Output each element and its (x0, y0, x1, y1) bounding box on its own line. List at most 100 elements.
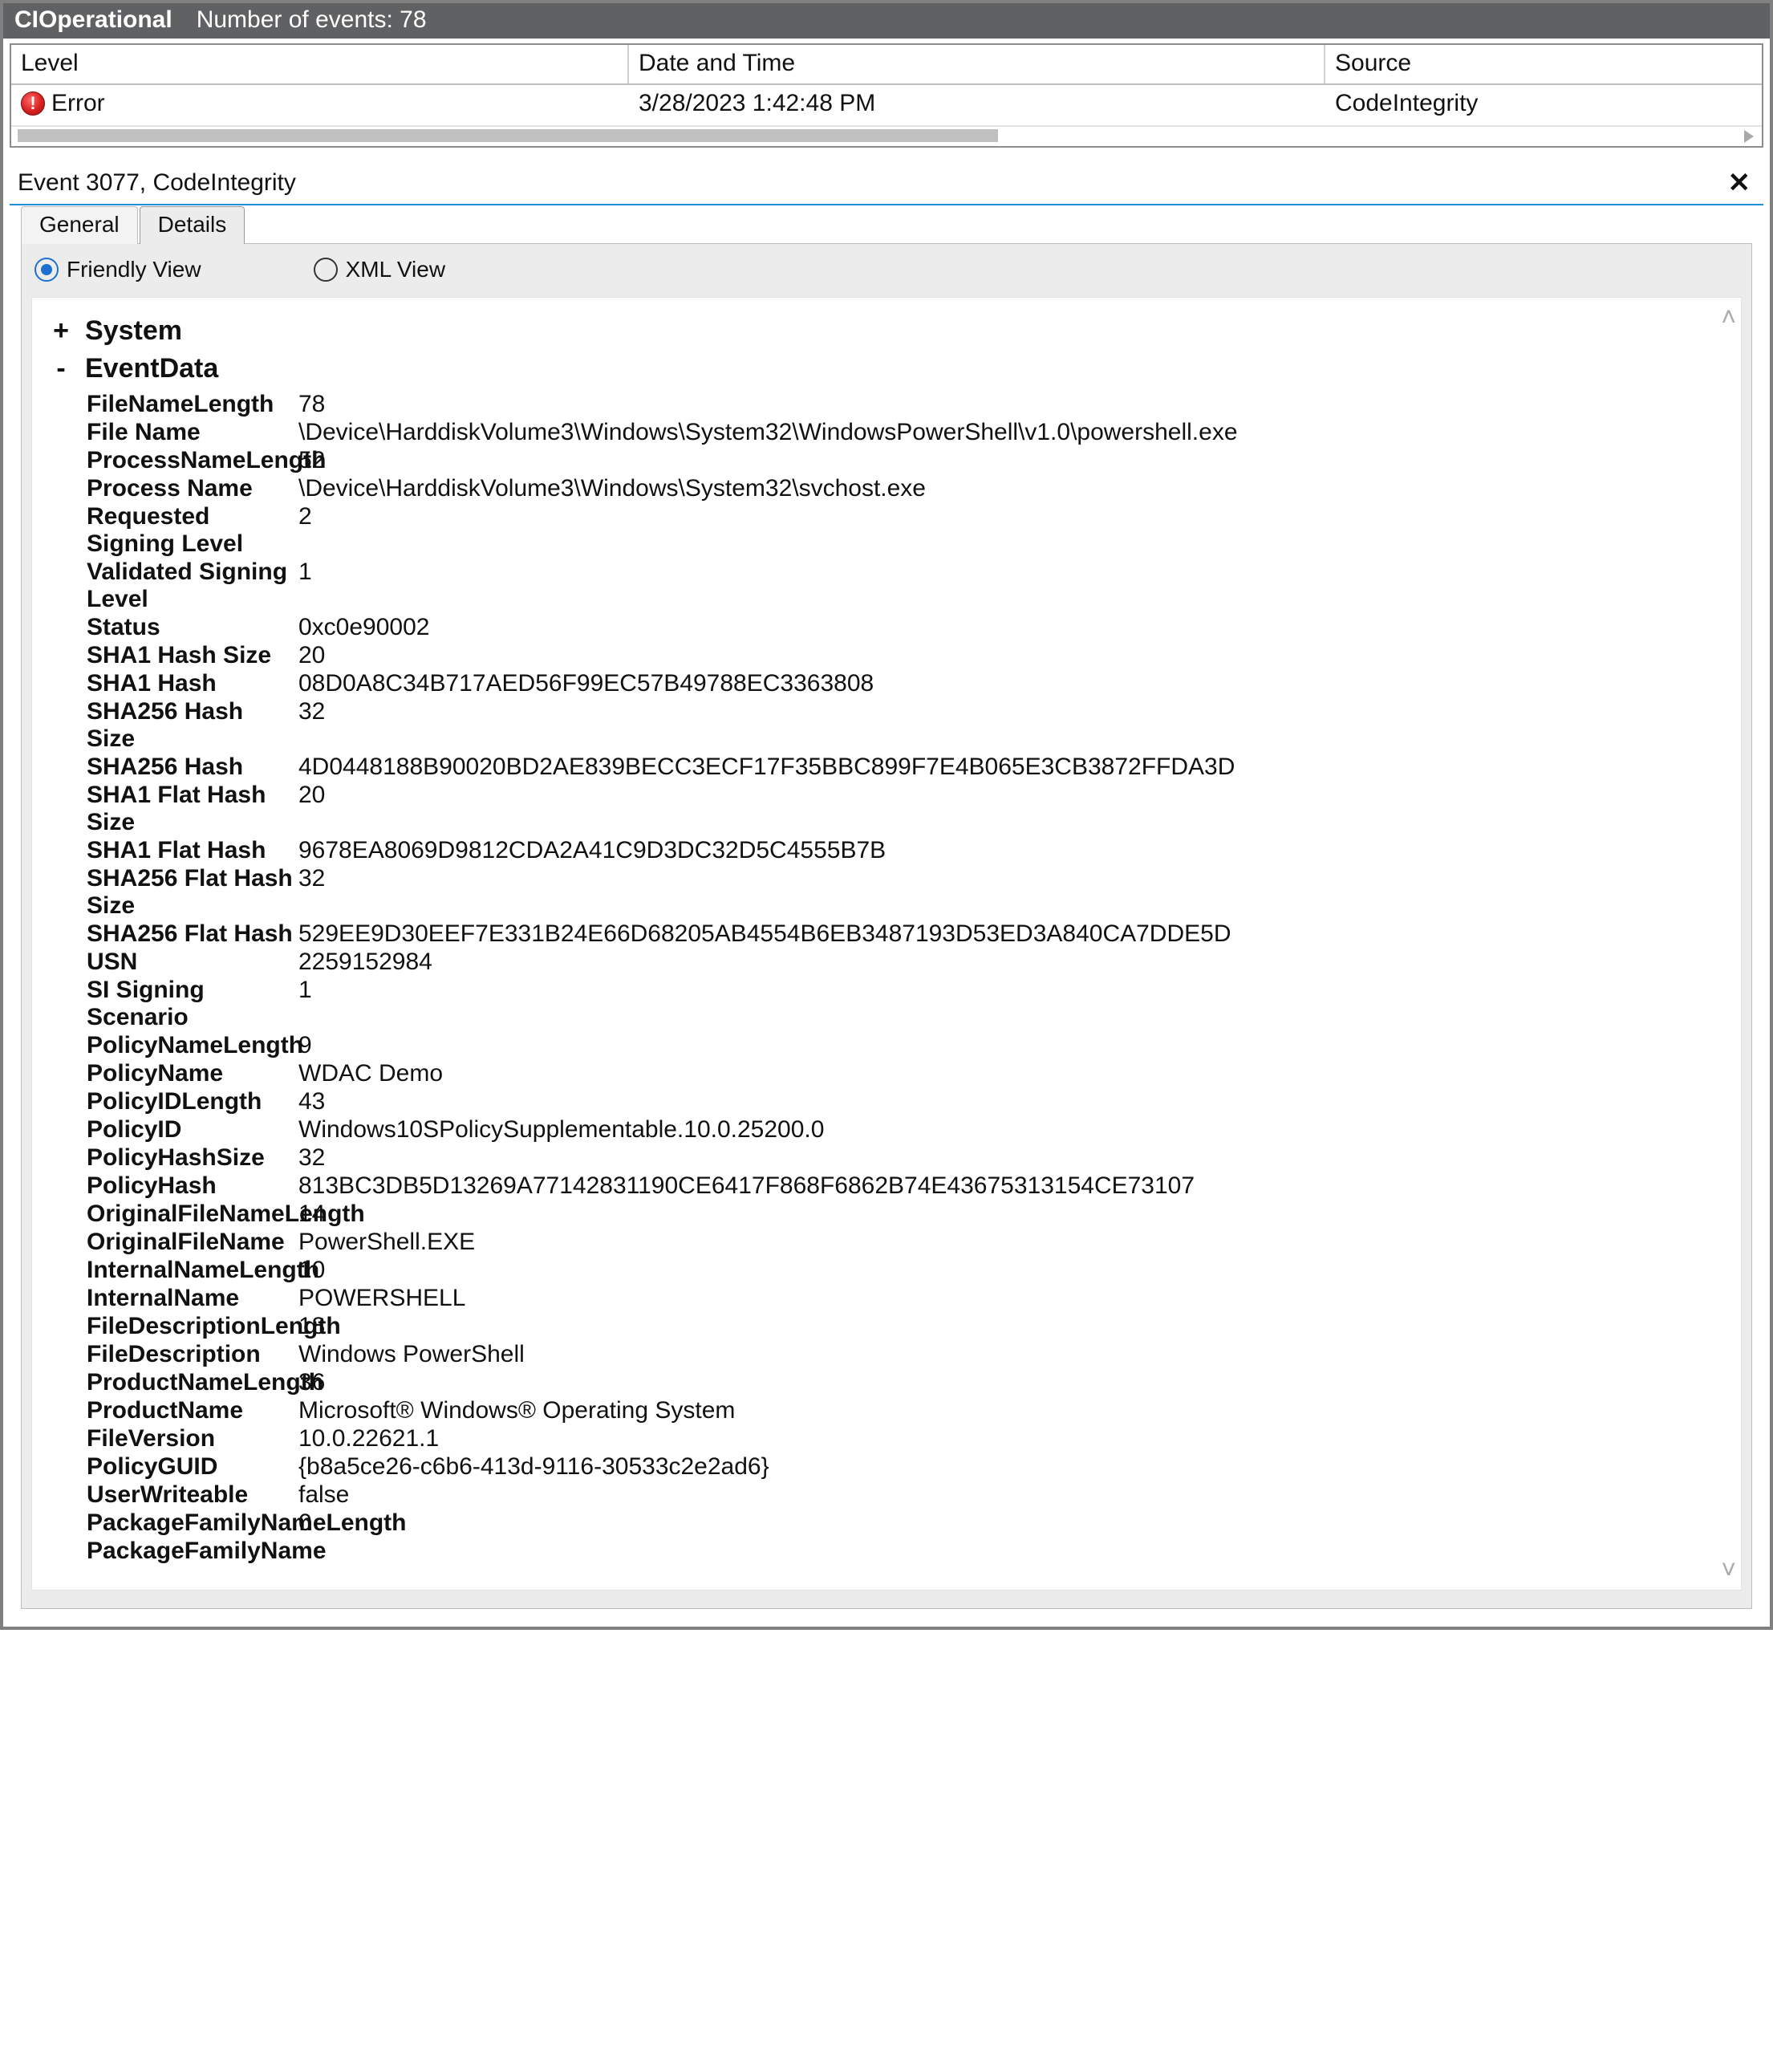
event-field: ProcessNameLength52 (87, 447, 1734, 474)
field-value: 36 (298, 1369, 1734, 1396)
error-icon (21, 91, 45, 116)
field-name: InternalNameLength (87, 1257, 297, 1284)
event-field: SHA256 Hash Size32 (87, 698, 1734, 753)
field-value: Windows PowerShell (298, 1341, 1734, 1368)
field-value: WDAC Demo (298, 1060, 1734, 1087)
column-header-source[interactable]: Source (1325, 45, 1762, 83)
field-name: ProductNameLength (87, 1369, 297, 1396)
field-value: false (298, 1481, 1734, 1509)
field-name: FileNameLength (87, 391, 297, 418)
field-value: 1 (298, 977, 1734, 1004)
horizontal-scrollbar[interactable] (11, 125, 1762, 146)
field-name: Process Name (87, 475, 297, 502)
field-value: \Device\HarddiskVolume3\Windows\System32… (298, 419, 1734, 446)
radio-dot-icon (34, 258, 59, 282)
details-panel: Friendly View XML View ˄ + System - Even… (21, 243, 1752, 1609)
column-header-date[interactable]: Date and Time (629, 45, 1325, 83)
event-grid: Level Date and Time Source Error 3/28/20… (10, 43, 1763, 148)
level-text: Error (51, 90, 105, 117)
table-row[interactable]: Error 3/28/2023 1:42:48 PM CodeIntegrity (11, 85, 1762, 124)
event-field: PolicyIDLength43 (87, 1088, 1734, 1115)
field-value: 529EE9D30EEF7E331B24E66D68205AB4554B6EB3… (298, 920, 1734, 948)
event-field: InternalNamePOWERSHELL (87, 1285, 1734, 1312)
event-field: PackageFamilyName (87, 1538, 1734, 1565)
field-value: 32 (298, 865, 1734, 892)
field-value: 18 (298, 1313, 1734, 1340)
field-value: 32 (298, 1144, 1734, 1172)
event-field: SHA256 Hash4D0448188B90020BD2AE839BECC3E… (87, 754, 1734, 781)
window-title: CIOperational (14, 6, 172, 34)
radio-friendly-view[interactable]: Friendly View (34, 257, 201, 282)
field-name: OriginalFileName (87, 1229, 297, 1256)
event-field: USN2259152984 (87, 949, 1734, 976)
system-label: System (85, 315, 182, 347)
field-value: 9 (298, 1032, 1734, 1059)
field-name: SHA1 Hash (87, 670, 297, 697)
close-icon[interactable]: ✕ (1723, 167, 1756, 199)
field-name: SHA256 Hash (87, 754, 297, 781)
field-name: PolicyNameLength (87, 1032, 297, 1059)
field-name: SHA256 Flat Hash (87, 920, 297, 948)
field-name: SHA1 Hash Size (87, 642, 297, 669)
field-value: 0xc0e90002 (298, 614, 1734, 641)
field-value: 08D0A8C34B717AED56F99EC57B49788EC3363808 (298, 670, 1734, 697)
tab-strip: General Details (21, 205, 1752, 243)
field-value: 20 (298, 782, 1734, 809)
chevron-up-icon[interactable]: ˄ (1721, 303, 1736, 332)
field-name: InternalName (87, 1285, 297, 1312)
chevron-down-icon[interactable]: ˅ (1721, 1555, 1736, 1585)
event-field: FileVersion10.0.22621.1 (87, 1425, 1734, 1452)
radio-friendly-label: Friendly View (67, 257, 201, 282)
field-value: PowerShell.EXE (298, 1229, 1734, 1256)
event-field: OriginalFileNameLength14 (87, 1201, 1734, 1228)
tab-general[interactable]: General (21, 206, 138, 244)
field-name: PolicyHashSize (87, 1144, 297, 1172)
event-field: SHA1 Hash08D0A8C34B717AED56F99EC57B49788… (87, 670, 1734, 697)
field-value: Windows10SPolicySupplementable.10.0.2520… (298, 1116, 1734, 1144)
event-field: PolicyHashSize32 (87, 1144, 1734, 1172)
titlebar: CIOperational Number of events: 78 (3, 3, 1770, 39)
cell-source: CodeIntegrity (1325, 85, 1762, 124)
field-value: 2259152984 (298, 949, 1734, 976)
eventdata-label: EventData (85, 353, 218, 384)
field-name: UserWriteable (87, 1481, 297, 1509)
field-name: USN (87, 949, 297, 976)
scrollbar-thumb[interactable] (18, 129, 998, 142)
radio-dot-icon (314, 258, 338, 282)
event-field: FileNameLength78 (87, 391, 1734, 418)
radio-xml-view[interactable]: XML View (314, 257, 446, 282)
event-field: FileDescriptionLength18 (87, 1313, 1734, 1340)
field-value: 1 (298, 559, 1734, 586)
event-field: Validated Signing Level1 (87, 559, 1734, 613)
field-name: Status (87, 614, 297, 641)
field-value: {b8a5ce26-c6b6-413d-9116-30533c2e2ad6} (298, 1453, 1734, 1481)
event-field: Process Name\Device\HarddiskVolume3\Wind… (87, 475, 1734, 502)
field-value: 2 (298, 503, 1734, 530)
field-name: PolicyHash (87, 1172, 297, 1200)
field-value: 0 (298, 1509, 1734, 1537)
field-value: 14 (298, 1201, 1734, 1228)
expand-toggle[interactable]: + (50, 315, 72, 347)
event-field: OriginalFileNamePowerShell.EXE (87, 1229, 1734, 1256)
field-value: 32 (298, 698, 1734, 725)
field-value: 78 (298, 391, 1734, 418)
tab-details[interactable]: Details (140, 206, 245, 244)
field-name: Validated Signing Level (87, 559, 297, 613)
field-name: SHA256 Hash Size (87, 698, 297, 753)
event-field: ProductNameMicrosoft® Windows® Operating… (87, 1397, 1734, 1424)
field-value: 52 (298, 447, 1734, 474)
field-value: 10 (298, 1257, 1734, 1284)
field-name: PolicyID (87, 1116, 297, 1144)
column-header-level[interactable]: Level (11, 45, 629, 83)
collapse-toggle[interactable]: - (50, 353, 72, 384)
event-title: Event 3077, CodeIntegrity (18, 169, 296, 197)
event-field: SI Signing Scenario1 (87, 977, 1734, 1031)
view-mode-group: Friendly View XML View (31, 252, 1742, 297)
chevron-right-icon[interactable] (1744, 130, 1754, 143)
field-name: ProcessNameLength (87, 447, 297, 474)
field-name: Requested Signing Level (87, 503, 297, 558)
event-field: FileDescriptionWindows PowerShell (87, 1341, 1734, 1368)
field-name: PackageFamilyNameLength (87, 1509, 297, 1537)
field-name: SHA1 Flat Hash (87, 837, 297, 864)
field-name: File Name (87, 419, 297, 446)
